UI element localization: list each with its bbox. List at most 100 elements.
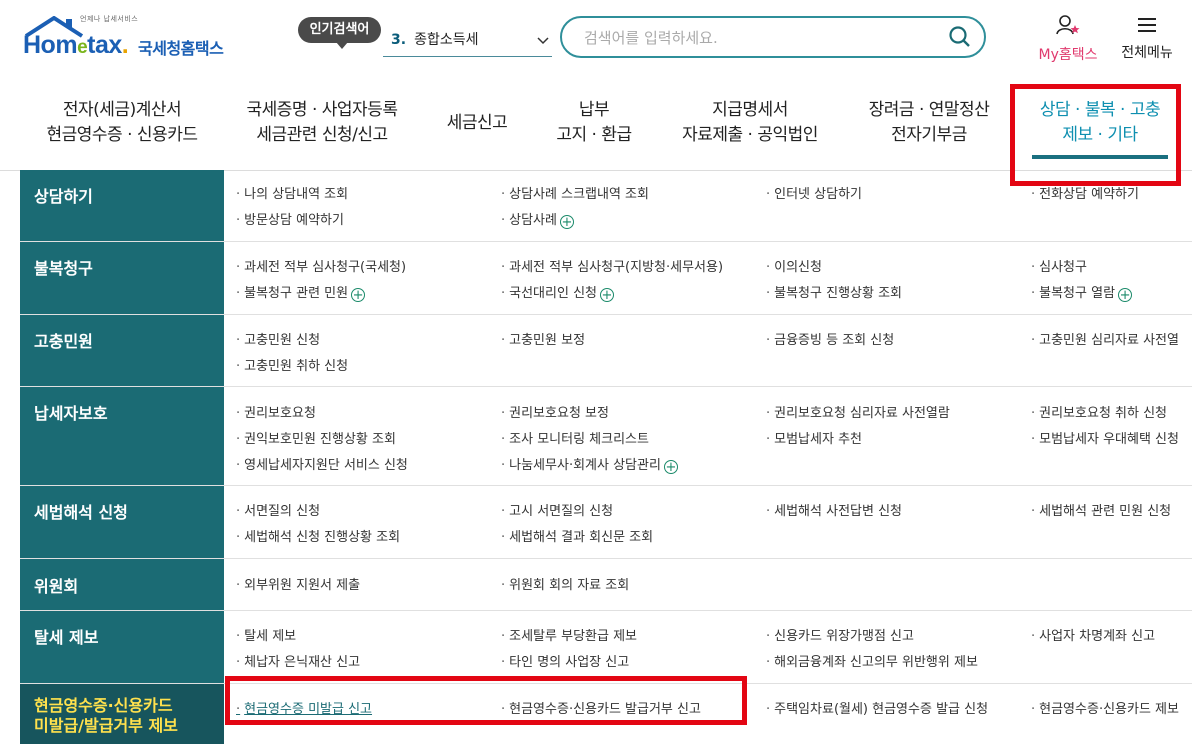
menu-link[interactable]: 세법해석 결과 회신문 조회 [501,526,653,545]
plus-circle-icon[interactable]: + [351,288,366,302]
nav-line: 전자기부금 [891,125,967,145]
menu-link[interactable]: 사업자 차명계좌 신고 [1031,625,1155,644]
category-label: 위원회 [20,559,224,610]
popular-keyword-select[interactable]: 3. 종합소득세 [383,26,552,57]
category-label-line: 현금영수증·신용카드 [34,696,173,715]
menu-link[interactable]: 주택임차료(월세) 현금영수증 발급 신청 [766,698,988,717]
plus-circle-icon[interactable]: + [663,460,678,474]
plus-circle-icon[interactable]: + [559,215,574,229]
menu-link[interactable]: 고충민원 보정 [501,329,585,348]
menu-link[interactable]: 조세탈루 부당환급 제보 [501,625,637,644]
menu-link[interactable]: 체납자 은닉재산 신고 [236,651,360,670]
plus-circle-icon[interactable]: + [600,288,614,302]
menu-link[interactable]: 심사청구 [1031,256,1087,275]
menu-link[interactable]: 권리보호요청 보정 [501,402,609,421]
submenu-row: 납세자보호 권리보호요청 권리보호요청 보정 권리보호요청 심리자료 사전열람 … [20,387,1192,486]
menu-link[interactable]: 권리보호요청 취하 신청 [1031,402,1167,421]
menu-link-with-more[interactable]: 불복청구 관련 민원+ [236,282,366,302]
menu-link[interactable]: 해외금융계좌 신고의무 위반행위 제보 [766,651,978,670]
menu-link[interactable]: 고충민원 심리자료 사전열 [1031,329,1179,348]
plus-circle-icon[interactable]: + [1118,288,1133,302]
submenu-row: 세법해석 신청 서면질의 신청 고시 서면질의 신청 세법해석 사전답변 신청 … [20,486,1192,559]
menu-link-with-more[interactable]: 나눔세무사·회계사 상담관리+ [501,454,678,474]
menu-link[interactable]: 탈세 제보 [236,625,296,644]
menu-link[interactable]: 과세전 적부 심사청구(지방청·세무서용) [501,256,723,275]
nav-line: 세금관련 신청/신고 [256,125,388,145]
menu-link[interactable]: 이의신청 [766,256,822,275]
menu-link[interactable]: 서면질의 신청 [236,500,320,519]
highlight-box-nav [1010,84,1181,186]
menu-link[interactable]: 인터넷 상담하기 [766,183,862,202]
nav-line: 현금영수증 · 신용카드 [46,125,198,145]
menu-link[interactable]: 불복청구 진행상황 조회 [766,282,902,301]
menu-link[interactable]: 세법해석 신청 진행상황 조회 [236,526,400,545]
hometax-logo[interactable]: 언제나 납세서비스 Hometax. 국세청홈택스 [20,14,240,68]
logo-tagline: 언제나 납세서비스 [80,15,139,23]
category-label: 현금영수증·신용카드 미발급/발급거부 제보 [20,684,224,744]
menu-link[interactable]: 과세전 적부 심사청구(국세청) [236,256,406,275]
menu-link[interactable]: 권익보호민원 진행상황 조회 [236,428,396,447]
menu-link[interactable]: 조사 모니터링 체크리스트 [501,428,649,447]
menu-link[interactable]: 타인 명의 사업장 신고 [501,651,629,670]
menu-link-with-more[interactable]: 상담사례+ [501,209,574,229]
logo-wordmark: Hometax. [23,31,129,59]
popular-rank: 3. [391,32,407,48]
nav-line: 세금신고 [446,113,508,133]
all-menu-button[interactable]: 전체메뉴 [1114,14,1180,62]
popular-keyword: 종합소득세 [414,32,479,48]
menu-link[interactable]: 세법해석 사전답변 신청 [766,500,902,519]
nav-item-payment[interactable]: 납부고지 · 환급 [544,98,644,148]
menu-link[interactable]: 위원회 회의 자료 조회 [501,574,629,593]
popular-keyword-badge: 인기검색어 [298,17,381,49]
menu-link-text: 상담사례 [509,213,557,228]
menu-link[interactable]: 고충민원 취하 신청 [236,355,348,374]
menu-link[interactable]: 모범납세자 추천 [766,428,862,447]
nav-item-einvoice[interactable]: 전자(세금)계산서 현금영수증 · 신용카드 [32,98,212,148]
my-hometax-label: My홈택스 [1038,47,1098,63]
menu-link[interactable]: 권리보호요청 심리자료 사전열람 [766,402,950,421]
submenu-row: 고충민원 고충민원 신청 고충민원 보정 금융증빙 등 조회 신청 고충민원 심… [20,315,1192,387]
my-hometax-button[interactable]: My홈택스 [1032,14,1104,64]
menu-link[interactable]: 금융증빙 등 조회 신청 [766,329,894,348]
menu-link-text: 불복청구 열람 [1039,286,1116,301]
logo-word-a: Hom [23,31,78,59]
category-label: 탈세 제보 [20,611,224,683]
highlight-box-links [225,676,747,725]
menu-link[interactable]: 외부위원 지원서 제출 [236,574,360,593]
menu-link[interactable]: 상담사례 스크랩내역 조회 [501,183,649,202]
category-label: 고충민원 [20,315,224,386]
nav-line: 고지 · 환급 [556,125,632,145]
menu-link[interactable]: 모범납세자 우대혜택 신청 [1031,428,1179,447]
nav-item-tax-return[interactable]: 세금신고 [432,111,522,136]
menu-link[interactable]: 고시 서면질의 신청 [501,500,613,519]
search-input[interactable] [582,26,926,50]
category-label: 세법해석 신청 [20,486,224,558]
nav-item-incentive[interactable]: 장려금 · 연말정산 전자기부금 [854,98,1004,148]
nav-line: 자료제출 · 공익법인 [682,125,818,145]
menu-link[interactable]: 방문상담 예약하기 [236,209,344,228]
search-icon[interactable] [948,25,972,53]
menu-link[interactable]: 영세납세자지원단 서비스 신청 [236,454,408,473]
header: 언제나 납세서비스 Hometax. 국세청홈택스 인기검색어 3. 종합소득세 … [0,0,1192,78]
nav-item-payment-statement[interactable]: 지급명세서 자료제출 · 공익법인 [668,98,832,148]
all-menu-label: 전체메뉴 [1121,45,1173,61]
menu-link[interactable]: 나의 상담내역 조회 [236,183,348,202]
menu-link[interactable]: 고충민원 신청 [236,329,320,348]
menu-link[interactable]: 권리보호요청 [236,402,316,421]
menu-link[interactable]: 신용카드 위장가맹점 신고 [766,625,914,644]
category-label: 상담하기 [20,170,224,241]
menu-link[interactable]: 세법해석 관련 민원 신청 [1031,500,1171,519]
search-box [560,16,986,58]
submenu-table: 상담하기 나의 상담내역 조회 상담사례 스크랩내역 조회 인터넷 상담하기 전… [20,170,1192,744]
logo-word-e: e [77,37,88,58]
nav-item-certificate[interactable]: 국세증명 · 사업자등록 세금관련 신청/신고 [232,98,412,148]
category-label-line: 미발급/발급거부 제보 [34,716,178,735]
menu-link-with-more[interactable]: 국선대리인 신청+ [501,282,614,302]
submenu-row: 탈세 제보 탈세 제보 조세탈루 부당환급 제보 신용카드 위장가맹점 신고 사… [20,611,1192,684]
category-label: 불복청구 [20,242,224,314]
hamburger-icon [1138,18,1156,32]
nav-line: 납부 [578,100,610,120]
menu-link[interactable]: 현금영수증·신용카드 제보 [1031,698,1179,717]
menu-link-with-more[interactable]: 불복청구 열람+ [1031,282,1133,302]
category-label: 납세자보호 [20,387,224,485]
